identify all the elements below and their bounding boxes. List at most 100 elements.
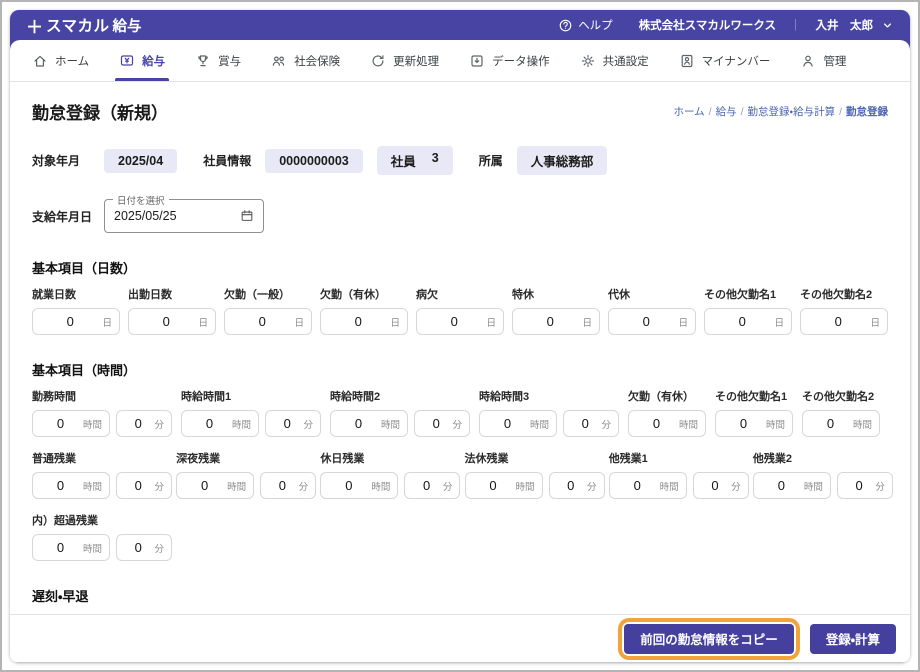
number-input[interactable]: 0 時間 <box>464 472 543 499</box>
field-label: 法休残業 <box>464 453 509 465</box>
register-calculate-button[interactable]: 登録・計算 <box>809 623 896 654</box>
home-icon <box>32 53 48 69</box>
nav-label: マイナンバー <box>701 55 771 68</box>
chevron-down-icon <box>881 19 894 32</box>
number-input[interactable]: 0日 <box>128 308 216 335</box>
input-value: 0 <box>450 314 458 329</box>
number-input[interactable]: 0 時間 <box>176 472 255 499</box>
field-group: 他残業2 0 時間 0 分 <box>752 450 893 499</box>
nav-item-common-settings[interactable]: 共通設定 <box>580 40 649 81</box>
number-input[interactable]: 0分 <box>265 410 321 437</box>
input-value: 0 <box>834 314 842 329</box>
number-input[interactable]: 0 時間 <box>752 472 831 499</box>
input-value: 0 <box>711 478 719 493</box>
breadcrumb-link[interactable]: 勤怠登録・給与計算 <box>748 104 836 119</box>
nav-item-bonus[interactable]: 賞与 <box>195 40 241 81</box>
number-input[interactable]: 0 時間 <box>32 472 110 499</box>
target-month-label: 対象年月 <box>32 154 81 168</box>
number-input[interactable]: 0 時間 <box>32 534 110 561</box>
number-input[interactable]: 0分 <box>414 410 470 437</box>
number-input[interactable]: 0 時間 <box>320 472 399 499</box>
nav-item-home[interactable]: ホーム <box>32 40 89 81</box>
field-inputs: 0 時間 <box>628 410 706 437</box>
number-input[interactable]: 0 時間 <box>608 472 687 499</box>
calendar-icon[interactable] <box>240 209 254 223</box>
number-input[interactable]: 0分 <box>116 534 172 561</box>
number-input[interactable]: 0日 <box>704 308 792 335</box>
number-input[interactable]: 0分 <box>836 472 893 499</box>
breadcrumb-link[interactable]: 勤怠登録 <box>846 104 888 119</box>
app-logo[interactable]: ＋ スマカル 給与 <box>26 13 142 38</box>
section-basic-days: 基本項目（日数） 就業日数 0日 出勤日数 0日 欠勤（一般） 0 日 欠勤（有… <box>32 258 888 335</box>
nav-label: 更新処理 <box>393 55 440 68</box>
section-basic-hours: 基本項目（時間） 勤務時間 0 時間 0 分 時給時間1 0 時間 0 分 時給… <box>32 360 893 561</box>
user-name: 入井 太郎 <box>815 20 874 32</box>
nav-item-update-process[interactable]: 更新処理 <box>370 40 439 81</box>
number-input[interactable]: 0 時間 <box>479 410 557 437</box>
screenshot-frame: ＋ スマカル 給与 ヘルプ 株式会社スマカルワークス ｜ 入井 太郎 ホーム 給… <box>0 0 920 672</box>
number-input[interactable]: 0 時間 <box>628 410 706 437</box>
help-link[interactable]: ヘルプ <box>558 17 613 33</box>
number-input[interactable]: 0日 <box>608 308 696 335</box>
number-input[interactable]: 0分 <box>548 472 605 499</box>
breadcrumb-separator: / <box>740 105 744 118</box>
number-input[interactable]: 0 時間 <box>330 410 408 437</box>
input-value: 0 <box>278 478 287 493</box>
number-input[interactable]: 0 時間 <box>715 410 793 437</box>
number-input[interactable]: 0分 <box>116 472 172 499</box>
nav-label: 賞与 <box>218 55 242 68</box>
breadcrumb-link[interactable]: ホーム <box>673 104 704 119</box>
number-input[interactable]: 0日 <box>320 308 408 335</box>
number-input[interactable]: 0分 <box>260 472 317 499</box>
hours-field-row-3: 内）超過残業 0 時間 0 分 <box>32 512 888 561</box>
number-input[interactable]: 0 時間 <box>32 410 110 437</box>
nav-item-admin[interactable]: 管理 <box>800 40 846 81</box>
input-unit: 日 <box>390 317 400 329</box>
number-input[interactable]: 0分 <box>692 472 749 499</box>
field-label: 時給時間1 <box>181 391 232 403</box>
number-input[interactable]: 0分 <box>116 410 172 437</box>
field-group: その他欠勤名1 0 時間 <box>715 388 793 437</box>
number-input[interactable]: 0日 <box>416 308 504 335</box>
copy-previous-attendance-button[interactable]: 前回の勤怠情報をコピー <box>624 623 794 654</box>
field-label: 休日残業 <box>320 453 365 465</box>
input-unit: 日 <box>774 317 784 329</box>
input-unit: 時間 <box>803 481 823 493</box>
input-value: 0 <box>258 314 266 329</box>
breadcrumb-link[interactable]: 給与 <box>716 104 737 119</box>
refresh-icon <box>370 53 386 69</box>
field-label: 内）超過残業 <box>32 515 98 527</box>
field-label: 病欠 <box>416 289 438 301</box>
number-input[interactable]: 0分 <box>404 472 461 499</box>
field-group: 他残業1 0 時間 0 分 <box>608 450 749 499</box>
field-inputs: 0日 <box>416 308 504 335</box>
field-label: 欠勤（有休） <box>320 289 386 301</box>
input-value: 0 <box>422 478 431 493</box>
nav-item-social-insurance[interactable]: 社会保険 <box>271 40 340 81</box>
input-unit: 分 <box>875 481 885 493</box>
number-input[interactable]: 0日 <box>512 308 600 335</box>
field-inputs: 0 時間 0 分 <box>608 472 749 499</box>
number-input[interactable]: 0日 <box>32 308 120 335</box>
input-unit: 時間 <box>380 419 400 431</box>
nav-item-data-operations[interactable]: データ操作 <box>469 40 550 81</box>
user-menu[interactable]: 入井 太郎 <box>816 17 895 33</box>
field-inputs: 0 時間 0 分 <box>752 472 893 499</box>
number-input[interactable]: 0日 <box>224 308 312 335</box>
number-input[interactable]: 0日 <box>800 308 888 335</box>
number-input[interactable]: 0 時間 <box>181 410 259 437</box>
number-input[interactable]: 0 時間 <box>802 410 880 437</box>
input-value: 0 <box>855 478 863 493</box>
nav-label: データ操作 <box>492 55 550 68</box>
pay-date-input[interactable]: 日付を選択 2025/05/25 <box>104 193 264 233</box>
field-group: 就業日数 0日 <box>32 286 120 335</box>
page-title: 勤怠登録（新規） <box>32 104 168 123</box>
field-group: 深夜残業 0 時間 0 分 <box>176 450 317 499</box>
breadcrumb-separator: / <box>708 105 712 118</box>
number-input[interactable]: 0分 <box>563 410 619 437</box>
field-group: その他欠勤名1 0日 <box>704 286 792 335</box>
data-operations-icon <box>469 53 485 69</box>
nav-item-mynumber[interactable]: マイナンバー <box>679 40 771 81</box>
nav-item-payroll[interactable]: 給与 <box>115 40 170 81</box>
input-value: 0 <box>738 314 746 329</box>
